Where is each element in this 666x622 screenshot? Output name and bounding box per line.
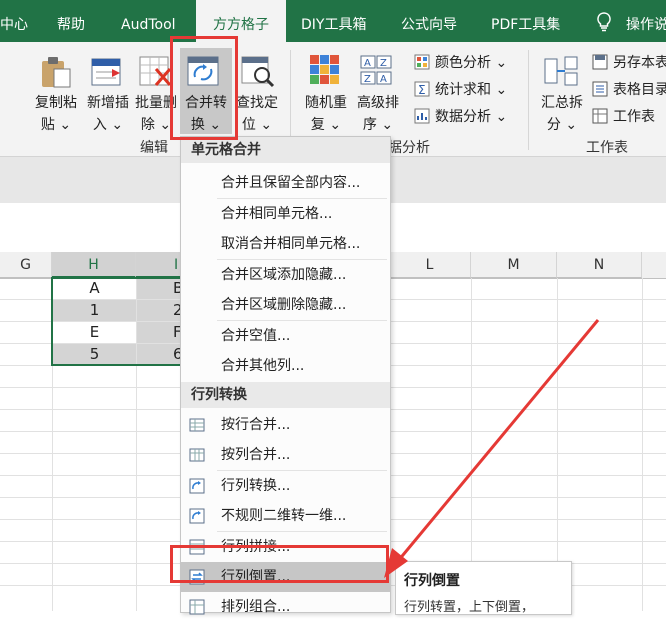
annotation-arrow: [384, 319, 600, 578]
